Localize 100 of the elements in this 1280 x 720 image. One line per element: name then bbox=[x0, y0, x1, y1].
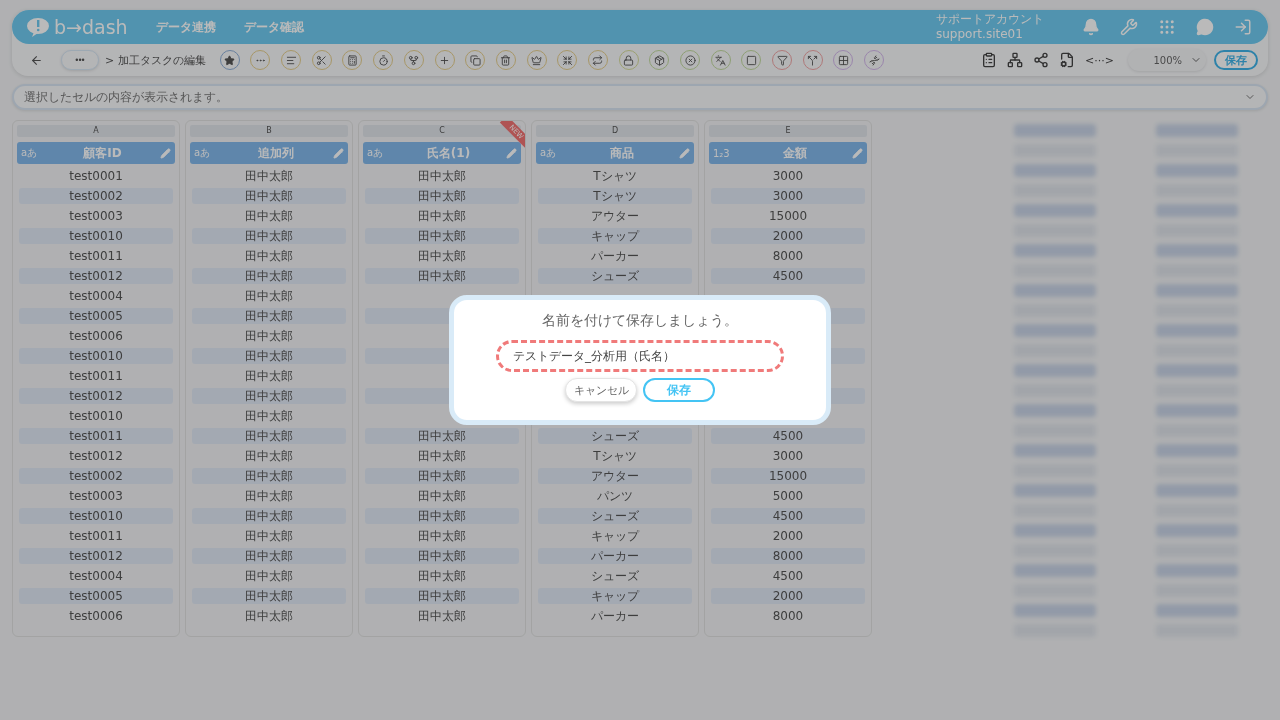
table-cell: test0010 bbox=[19, 228, 173, 244]
table-cell: シューズ bbox=[538, 268, 692, 284]
table-cell-text: 田中太郎 bbox=[417, 608, 467, 624]
table-cell: 4500 bbox=[711, 268, 865, 284]
type-label: aあ bbox=[367, 146, 385, 160]
table-cell-text: 田中太郎 bbox=[244, 328, 294, 344]
table-cell: test0002 bbox=[19, 468, 173, 484]
account-name: サポートアカウント bbox=[936, 12, 1044, 27]
table-cell: 田中太郎 bbox=[365, 468, 519, 484]
column-name: 追加列 bbox=[256, 144, 295, 162]
table-cell: 田中太郎 bbox=[192, 548, 346, 564]
type-label: aあ bbox=[540, 146, 558, 160]
table-cell: test0011 bbox=[19, 428, 173, 444]
account-id: support.site01 bbox=[936, 27, 1024, 42]
table-cell-text: アウター bbox=[590, 208, 640, 224]
table-cell: 田中太郎 bbox=[365, 428, 519, 444]
table-cell: 8000 bbox=[711, 548, 865, 564]
table-cell: 田中太郎 bbox=[192, 588, 346, 604]
table-cell: 田中太郎 bbox=[365, 548, 519, 564]
table-cell: 田中太郎 bbox=[192, 268, 346, 284]
table-cell-text: test0003 bbox=[68, 488, 124, 504]
table-cell-text: test0011 bbox=[68, 528, 124, 544]
table-cell-text: 3000 bbox=[771, 448, 805, 464]
table-cell: 田中太郎 bbox=[192, 468, 346, 484]
type-label: aあ bbox=[194, 146, 212, 160]
table-cell-text: 4500 bbox=[771, 568, 805, 584]
table-cell-text: test0001 bbox=[68, 168, 124, 184]
table-cell: 田中太郎 bbox=[192, 188, 346, 204]
table-cell-text: 田中太郎 bbox=[244, 248, 294, 264]
column-name: 氏名(1) bbox=[425, 144, 472, 162]
table-cell-text: パーカー bbox=[590, 608, 640, 624]
table-cell: 田中太郎 bbox=[365, 588, 519, 604]
table-cell: 2000 bbox=[711, 588, 865, 604]
table-cell-text: 田中太郎 bbox=[244, 568, 294, 584]
table-cell: 田中太郎 bbox=[365, 508, 519, 524]
table-cell: test0012 bbox=[19, 388, 173, 404]
table-cell-text: test0004 bbox=[68, 568, 124, 584]
table-cell-text: 8000 bbox=[771, 608, 805, 624]
table-cell-text: test0012 bbox=[68, 448, 124, 464]
table-cell-text: 田中太郎 bbox=[244, 448, 294, 464]
breadcrumb: > 加工タスクの編集 bbox=[105, 52, 206, 68]
table-cell: test0010 bbox=[19, 348, 173, 364]
table-cell: 2000 bbox=[711, 228, 865, 244]
table-cell-text: 田中太郎 bbox=[244, 408, 294, 424]
table-cell-text: 田中太郎 bbox=[417, 208, 467, 224]
column-name: 商品 bbox=[608, 144, 635, 162]
table-cell: test0005 bbox=[19, 308, 173, 324]
table-cell-text: 田中太郎 bbox=[244, 488, 294, 504]
table-cell-text: 2000 bbox=[771, 528, 805, 544]
table-cell: 4500 bbox=[711, 508, 865, 524]
table-cell-text: パーカー bbox=[590, 248, 640, 264]
table-cell-text: 8000 bbox=[771, 248, 805, 264]
table-cell-text: test0011 bbox=[68, 368, 124, 384]
table-cell: test0012 bbox=[19, 548, 173, 564]
table-cell-text: 田中太郎 bbox=[244, 528, 294, 544]
column-name: 金額 bbox=[781, 144, 808, 162]
table-cell: 田中太郎 bbox=[192, 228, 346, 244]
table-cell: 田中太郎 bbox=[192, 308, 346, 324]
table-cell: アウター bbox=[538, 468, 692, 484]
table-cell-text: Tシャツ bbox=[592, 448, 638, 464]
table-cell-text: 5000 bbox=[771, 488, 805, 504]
table-cell-text: 3000 bbox=[771, 168, 805, 184]
table-cell-text: test0003 bbox=[68, 208, 124, 224]
dialog-title: 名前を付けて保存しましょう。 bbox=[542, 312, 738, 330]
table-cell-text: test0006 bbox=[68, 328, 124, 344]
table-cell: キャップ bbox=[538, 228, 692, 244]
type-label: 1₂3 bbox=[713, 147, 731, 159]
table-cell: シューズ bbox=[538, 508, 692, 524]
table-cell-text: 田中太郎 bbox=[417, 568, 467, 584]
table-cell: 田中太郎 bbox=[192, 388, 346, 404]
table-cell-text: test0006 bbox=[68, 608, 124, 624]
table-cell: 田中太郎 bbox=[192, 428, 346, 444]
table-cell-text: キャップ bbox=[590, 528, 641, 544]
table-cell: test0010 bbox=[19, 508, 173, 524]
table-cell-text: Tシャツ bbox=[592, 168, 638, 184]
table-cell-text: 田中太郎 bbox=[417, 168, 467, 184]
table-cell: test0012 bbox=[19, 268, 173, 284]
table-cell-text: test0010 bbox=[68, 408, 124, 424]
table-cell: キャップ bbox=[538, 588, 692, 604]
table-cell-text: test0011 bbox=[68, 248, 124, 264]
table-cell-text: 田中太郎 bbox=[244, 288, 294, 304]
table-cell-text: 15000 bbox=[767, 208, 809, 224]
table-cell-text: 田中太郎 bbox=[417, 248, 467, 264]
table-cell-text: 田中太郎 bbox=[417, 448, 467, 464]
table-cell: 田中太郎 bbox=[192, 508, 346, 524]
table-cell: 田中太郎 bbox=[365, 188, 519, 204]
table-cell: test0005 bbox=[19, 588, 173, 604]
logo-text: b→dash bbox=[54, 16, 128, 38]
table-cell-text: test0004 bbox=[68, 288, 124, 304]
table-cell: パーカー bbox=[538, 548, 692, 564]
table-cell-text: シューズ bbox=[590, 568, 640, 584]
column-name: 顧客ID bbox=[82, 144, 123, 162]
type-label: aあ bbox=[21, 146, 39, 160]
table-cell: シューズ bbox=[538, 428, 692, 444]
table-cell: 15000 bbox=[711, 468, 865, 484]
table-cell-text: 田中太郎 bbox=[244, 608, 294, 624]
table-cell-text: パンツ bbox=[596, 488, 634, 504]
table-cell-text: 田中太郎 bbox=[244, 208, 294, 224]
table-cell-text: 田中太郎 bbox=[244, 368, 294, 384]
table-cell: 田中太郎 bbox=[192, 348, 346, 364]
